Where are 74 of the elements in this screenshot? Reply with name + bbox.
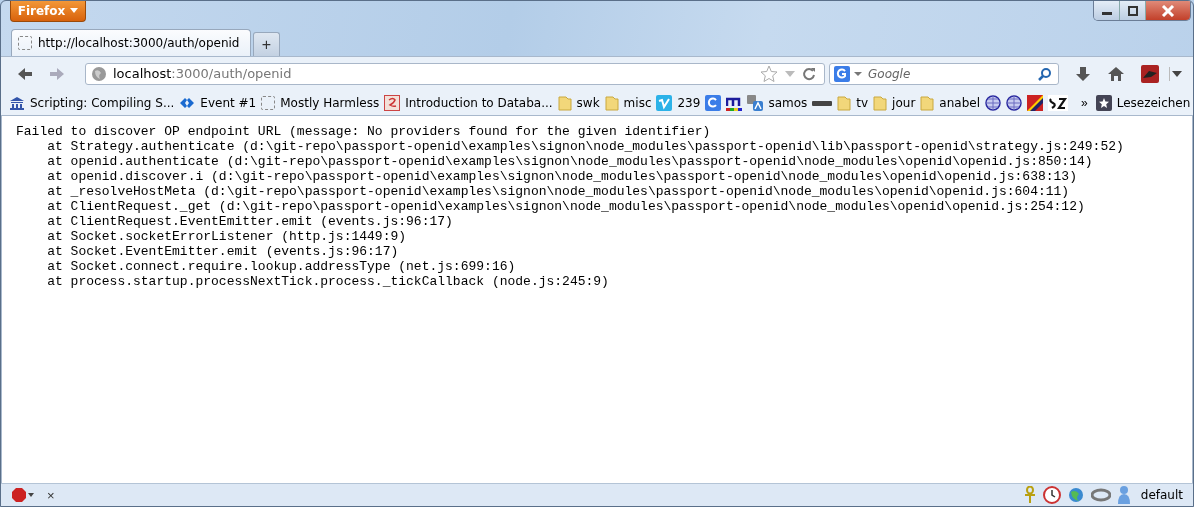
search-box[interactable]: Google [829,62,1059,85]
bookmark-item[interactable]: Introduction to Databa... [384,94,553,111]
globe-icon [984,94,1001,111]
search-engine-icon[interactable] [834,65,850,82]
document-icon [384,94,401,111]
close-icon [1161,4,1175,17]
error-text-line: at openid.discover.i (d:\git-repo\passport-openid\examples\signon\node_modules\passport-openid\node_modules\openid\openid.js:638:13) [46,169,1078,184]
bookmark-item[interactable]: jour [873,94,916,111]
building-icon [9,95,25,110]
bookmarks-menu-button[interactable]: Lesezeichen [1095,94,1191,111]
more-bookmarks-button[interactable]: » [1077,95,1091,110]
diamond-icon [179,96,196,109]
error-text-line: at Socket.EventEmitter.emit (events.js:96:17) [46,244,400,259]
bookmark-item[interactable]: Mostly Harmless [261,95,380,110]
page-icon [261,95,276,110]
search-icon[interactable] [1038,66,1052,81]
caret-icon [1172,70,1182,77]
dropdown-icon[interactable] [854,70,862,77]
folder-icon [873,94,888,111]
caret-icon [70,8,79,13]
folder-icon [557,94,572,111]
bookmark-item[interactable]: samos [747,94,808,111]
extension-icon [1141,64,1159,83]
browser-tab[interactable]: http://localhost:3000/auth/openid [11,29,251,56]
profile-label: default [1140,488,1183,502]
address-field[interactable]: localhost:3000/auth/openid [85,62,825,85]
error-text-line: at ClientRequest._get (d:\git-repo\passport-openid\examples\signon\node_modules\passport-openid\node_modules\openid\openid.js:254:12) [46,199,1086,214]
bookmark-item[interactable]: 239 [656,94,701,111]
star-icon [1095,94,1112,111]
down-arrow-icon [1075,65,1091,82]
error-text-line: at Socket.connect.require.lookup.addressType (net.js:699:16) [46,259,517,274]
error-text-line: at process.startup.processNextTick.process._tickCallback (node.js:245:9) [46,274,610,289]
back-arrow-icon [17,66,33,81]
bookmark-item[interactable]: Scripting: Compiling S... [9,95,175,110]
home-icon [1107,65,1125,82]
error-text-line: at Strategy.authenticate (d:\git-repo\passport-openid\examples\signon\node_modules\passport-openid\lib\passport-openid\strategy.js:249:52) [46,139,1125,154]
menu-dropdown-button[interactable] [1169,66,1184,81]
globe-icon [91,65,107,82]
reload-icon[interactable] [802,66,816,81]
forward-arrow-icon [49,66,65,81]
ring-icon[interactable] [1090,488,1111,502]
flag-icon [1026,94,1043,111]
maximize-icon [1126,5,1139,16]
folder-icon [837,94,852,111]
bookmark-item[interactable]: swk [557,94,600,111]
star-icon[interactable] [760,64,778,83]
page-icon [18,36,32,50]
globe-icon[interactable] [1066,486,1085,504]
error-text-line: at _resolveHostMeta (d:\git-repo\passport-openid\examples\signon\node_modules\passport-openid\node_modules\openid\openid.js:604:11) [46,184,1071,199]
bookmark-item[interactable]: Event #1 [179,95,257,110]
error-text-line: at Socket.socketErrorListener (http.js:1449:9) [46,229,408,244]
error-text-line: Failed to discover OP endpoint URL (message: No providers found for the given identifier) [16,124,712,139]
bookmark-item[interactable] [1026,94,1043,111]
maximize-button[interactable] [1120,1,1146,20]
bookmark-item[interactable]: misc [604,94,652,111]
minimize-button[interactable] [1094,1,1120,20]
bookmark-item[interactable] [1005,94,1022,111]
clock-icon[interactable] [1042,486,1061,504]
close-button[interactable] [1146,1,1190,20]
folder-icon [920,94,935,111]
video-icon [656,94,673,111]
bookmark-item[interactable]: anabel [920,94,980,111]
translate-icon [747,94,764,111]
globe-icon [1005,94,1022,111]
bookmark-item[interactable] [984,94,1001,111]
error-text-line: at openid.authenticate (d:\git-repo\passport-openid\examples\signon\node_modules\passport-openid\node_modules\openid\openid.js:850:14) [46,154,1094,169]
app-icon [705,94,722,111]
close-button[interactable]: × [45,487,57,503]
stop-sign-icon[interactable] [11,487,35,503]
folder-icon [604,94,619,111]
minimize-icon [1101,12,1112,15]
error-text-line: at ClientRequest.EventEmitter.emit (events.js:96:17) [46,214,454,229]
new-tab-button[interactable]: + [253,32,280,56]
bookmark-item[interactable]: tv [837,94,869,111]
